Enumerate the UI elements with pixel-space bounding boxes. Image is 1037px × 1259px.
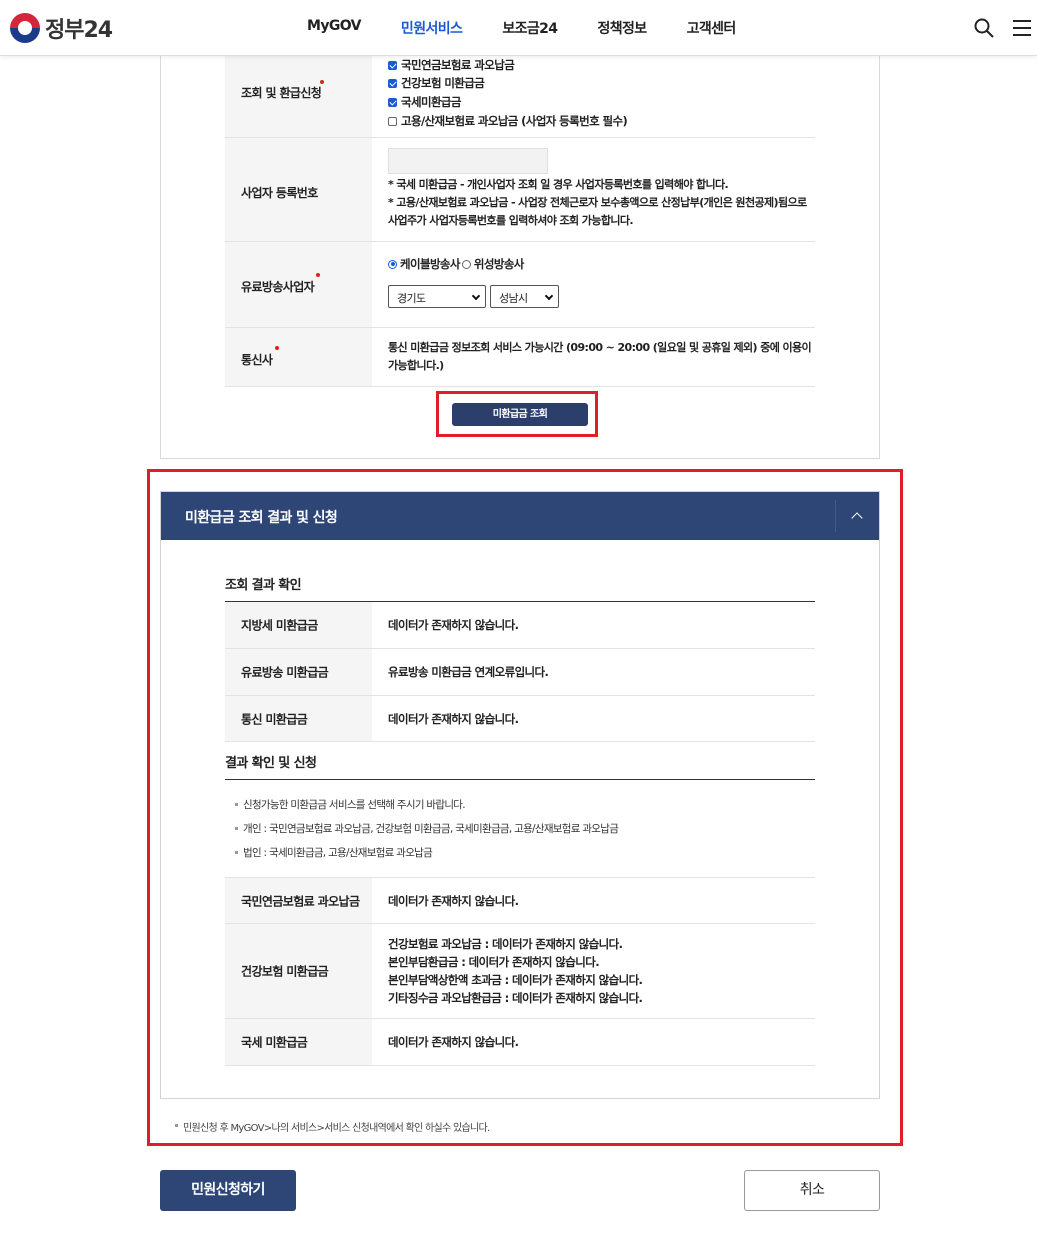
form-row-business-number: 사업자 등록번호 * 국세 미환급금 - 개인사업자 조회 일 경우 사업자등록… [225, 138, 815, 242]
business-note-1: * 국세 미환급금 - 개인사업자 조회 일 경우 사업자등록번호를 입력해야 … [388, 178, 729, 191]
apply-row-health: 건강보험 미환급금 건강보험료 과오납금 : 데이터가 존재하지 않습니다. 본… [225, 924, 815, 1019]
nav-item-civil-service[interactable]: 민원서비스 [401, 18, 463, 38]
result-row-local-tax: 지방세 미환급금 데이터가 존재하지 않습니다. [225, 602, 815, 649]
chevron-up-icon[interactable] [847, 506, 867, 526]
logo-text: 정부24 [45, 18, 113, 43]
checkbox-checked-icon[interactable] [388, 97, 397, 107]
form-row-refund: 조회 및 환급신청 국민연금보험료 과오납금 건강보험 미환급금 국세미환급금 … [225, 56, 815, 138]
apply-result-title: 결과 확인 및 신청 [225, 756, 317, 771]
form-row-broadcast: 유료방송사업자 케이블방송사 위성방송사 경기도 성남시 [225, 242, 815, 328]
health-line-4: 기타징수금 과오납환급금 : 데이터가 존재하지 않습니다. [388, 991, 643, 1005]
search-icon[interactable] [973, 17, 995, 39]
taegeuk-logo-icon [10, 13, 40, 43]
check-result-title: 조회 결과 확인 [225, 578, 302, 593]
broadcast-label: 유료방송사업자 [241, 280, 315, 294]
required-mark [275, 346, 279, 350]
health-line-1: 건강보험료 과오납금 : 데이터가 존재하지 않습니다. [388, 937, 623, 951]
checkbox-checked-icon[interactable] [388, 60, 397, 70]
result-accordion-header[interactable]: 미환급금 조회 결과 및 신청 [161, 492, 879, 540]
result-row-telecom: 통신 미환급금 데이터가 존재하지 않습니다. [225, 696, 815, 742]
chevron-down-icon [544, 291, 554, 301]
chevron-down-icon [471, 291, 481, 301]
site-header: 정부24 MyGOV 민원서비스 보조금24 정책정보 고객센터 [0, 0, 1037, 56]
checkbox-unchecked-icon[interactable] [388, 116, 397, 126]
radio-cable-label[interactable]: 케이블방송사 [400, 256, 460, 272]
region-select[interactable]: 경기도 [388, 285, 486, 308]
health-line-2: 본인부담환급금 : 데이터가 존재하지 않습니다. [388, 955, 600, 969]
nav-item-customer-center[interactable]: 고객센터 [687, 18, 737, 38]
cancel-button[interactable]: 취소 [744, 1170, 880, 1211]
city-select[interactable]: 성남시 [490, 285, 559, 308]
nav-item-subsidy24[interactable]: 보조금24 [502, 18, 558, 38]
result-row-broadcast: 유료방송 미환급금 유료방송 미환급금 연계오류입니다. [225, 649, 815, 696]
apply-row-pension: 국민연금보험료 과오납금 데이터가 존재하지 않습니다. [225, 878, 815, 924]
result-section-title: 미환급금 조회 결과 및 신청 [185, 510, 338, 526]
guide-bullet-1: 신청가능한 미환급금 서비스를 선택해 주시기 바랍니다. [235, 799, 466, 811]
apply-civil-service-button[interactable]: 민원신청하기 [160, 1170, 296, 1211]
nav-item-mygov[interactable]: MyGOV [307, 18, 362, 38]
guide-bullet-3: 법인 : 국세미환급금, 고용/산재보험료 과오납금 [234, 847, 433, 859]
apply-row-national-tax: 국세 미환급금 데이터가 존재하지 않습니다. [225, 1019, 815, 1066]
checkbox-health[interactable]: 건강보험 미환급금 [388, 75, 485, 91]
footnote: 민원신청 후 MyGOV>나의 서비스>서비스 신청내역에서 확인 하실수 있습… [175, 1119, 490, 1134]
radio-satellite-label[interactable]: 위성방송사 [474, 256, 525, 272]
gov24-logo[interactable]: 정부24 [10, 12, 113, 44]
required-mark [316, 273, 320, 277]
health-line-3: 본인부담액상한액 초과금 : 데이터가 존재하지 않습니다. [388, 973, 643, 987]
broadcast-radio-group: 케이블방송사 위성방송사 [388, 256, 524, 272]
query-refund-button[interactable]: 미환급금 조회 [452, 403, 588, 426]
required-mark [320, 80, 324, 84]
radio-unselected-icon[interactable] [461, 259, 471, 269]
telecom-note: 통신 미환급금 정보조회 서비스 가능시간 (09:00 ~ 20:00 (일요… [388, 341, 812, 372]
checkbox-pension[interactable]: 국민연금보험료 과오납금 [388, 57, 515, 73]
checkbox-employment-insurance[interactable]: 고용/산재보험료 과오납금 (사업자 등록번호 필수) [388, 113, 628, 129]
checkbox-national-tax[interactable]: 국세미환급금 [388, 94, 461, 110]
telecom-label: 통신사 [241, 353, 273, 367]
business-note-2: * 고용/산재보험료 과오납금 - 사업장 전체근로자 보수총액으로 산정납부(… [388, 196, 807, 227]
main-nav: MyGOV 민원서비스 보조금24 정책정보 고객센터 [307, 18, 776, 38]
guide-bullet-2: 개인 : 국민연금보험료 과오납금, 건강보험 미환급금, 국세미환급금, 고용… [234, 823, 619, 835]
refund-label: 조회 및 환급신청 [241, 86, 322, 100]
checkbox-checked-icon[interactable] [388, 78, 397, 88]
hamburger-menu-icon[interactable] [1011, 17, 1033, 39]
radio-selected-icon[interactable] [388, 259, 397, 269]
business-number-label: 사업자 등록번호 [241, 186, 318, 200]
business-number-input[interactable] [388, 148, 548, 174]
form-row-telecom: 통신사 통신 미환급금 정보조회 서비스 가능시간 (09:00 ~ 20:00… [225, 328, 815, 387]
nav-item-policy-info[interactable]: 정책정보 [597, 18, 647, 38]
